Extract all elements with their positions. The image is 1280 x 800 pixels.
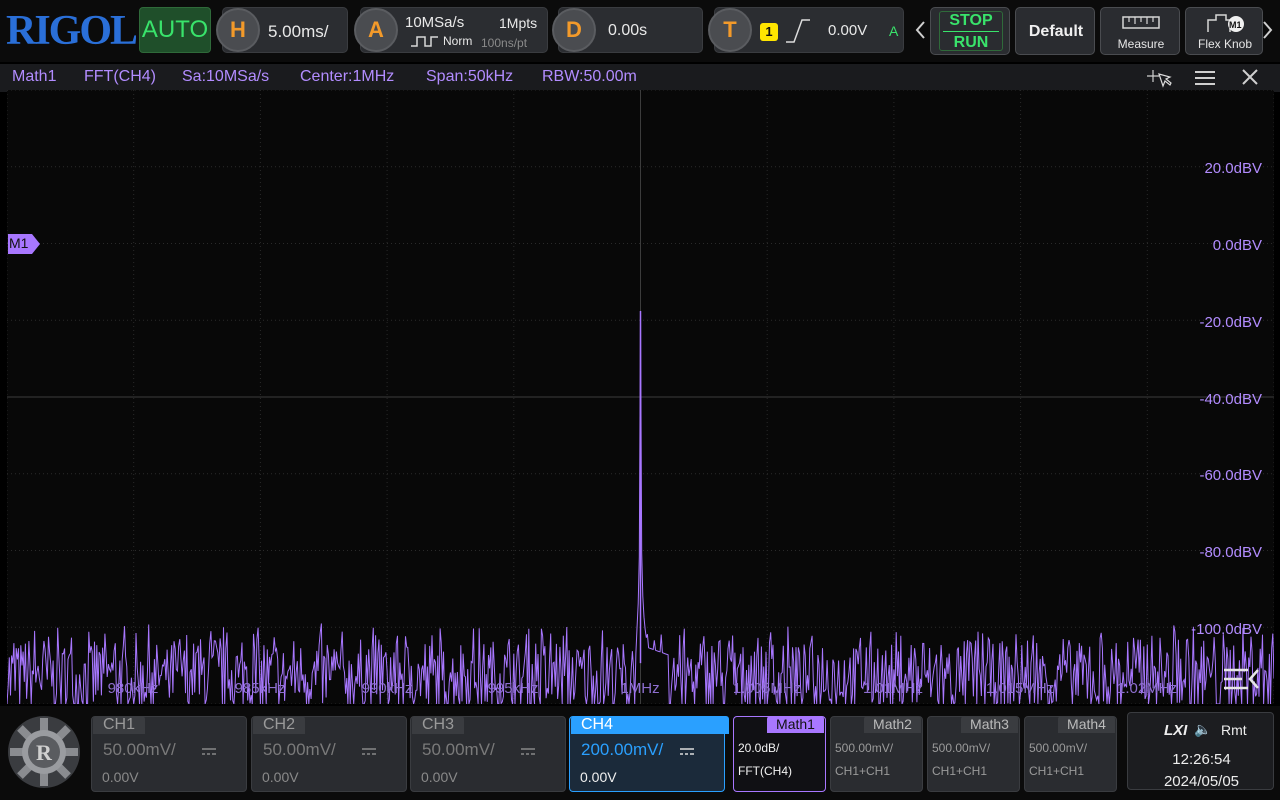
fft-span: Span:50kHz [426, 68, 514, 85]
trigger-badge[interactable]: T [708, 8, 752, 52]
channel-scale: 200.00mV/ [581, 740, 664, 759]
x-axis-label: 995kHz [487, 680, 539, 697]
default-label: Default [1028, 23, 1084, 40]
x-axis-label: 1.01MHz [862, 680, 924, 697]
remote-indicator: Rmt [1221, 722, 1247, 738]
acquire-badge[interactable]: A [354, 8, 398, 52]
math-name: Math1 [12, 68, 57, 85]
delay-badge[interactable]: D [552, 8, 596, 52]
measure-button[interactable]: Measure [1100, 7, 1180, 55]
measure-label: Measure [1117, 37, 1165, 51]
fft-rbw: RBW:50.00m [542, 68, 637, 85]
x-axis-label: 980kHz [107, 680, 159, 697]
auto-button[interactable]: AUTO [139, 7, 211, 53]
stop-label: STOP [949, 12, 993, 29]
top-toolbar: RIGOL AUTO H 5.00ms/ A 10MSa/s 1Mpts Nor… [0, 0, 1280, 62]
svg-text:RIGOL: RIGOL [6, 8, 136, 54]
ruler-icon [1122, 14, 1160, 35]
default-button[interactable]: Default [1015, 7, 1095, 55]
fft-center: Center:1MHz [300, 68, 395, 85]
x-axis-label: 1.005MHz [732, 680, 802, 697]
trigger-level: 0.00V [828, 22, 868, 39]
flex-knob-button[interactable]: M1 Flex Knob [1185, 7, 1263, 55]
channel-tab-label: CH3 [412, 716, 465, 734]
math-source: FFT(CH4) [738, 764, 792, 778]
math-scale: 500.00mV/ [835, 741, 894, 755]
math-sample-rate: Sa:10MSa/s [182, 68, 270, 85]
acquire-mode-icon [410, 34, 440, 53]
trigger-status: A [889, 23, 899, 39]
trigger-source-badge: 1 [760, 23, 778, 41]
dc-coupling-icon [679, 744, 695, 762]
fft-plot-area[interactable] [7, 90, 1274, 704]
channel-offset: 0.00V [102, 769, 139, 785]
math-source: CH1+CH1 [835, 764, 891, 778]
svg-text:R: R [36, 740, 53, 765]
channel-tab-label: CH4 [571, 716, 729, 734]
channel-tab-label: CH2 [253, 716, 306, 734]
y-axis-label: 0.0dBV [1212, 237, 1262, 254]
x-axis-label: 990kHz [361, 680, 413, 697]
dc-coupling-icon [201, 744, 217, 762]
stop-run-button[interactable]: STOP RUN [930, 7, 1010, 55]
rising-edge-icon [784, 18, 812, 49]
lxi-indicator: LXI [1164, 722, 1188, 739]
toolbar-scroll-left-icon[interactable] [914, 20, 926, 45]
channel-scale: 50.00mV/ [103, 740, 176, 759]
horizontal-scale-value: 5.00ms/ [268, 22, 329, 41]
m1-marker-label: M1 [9, 235, 29, 251]
flex-knob-badge: M1 [1229, 20, 1242, 30]
y-axis-label: -80.0dBV [1199, 544, 1262, 561]
channel-tab-label: CH1 [93, 716, 146, 734]
math-scale: 500.00mV/ [932, 741, 991, 755]
status-panel: LXI 🔈 Rmt 12:26:54 2024/05/05 [1127, 712, 1274, 790]
audio-icon[interactable]: 🔈 [1194, 721, 1211, 738]
menu-icon[interactable] [1194, 70, 1216, 91]
y-axis-label: -20.0dBV [1199, 314, 1262, 331]
run-label: RUN [953, 34, 989, 51]
math-source: CH1+CH1 [1029, 764, 1085, 778]
time-resolution: 100ns/pt [481, 36, 528, 50]
y-axis-label: -40.0dBV [1199, 391, 1262, 408]
channel-offset: 0.00V [580, 769, 617, 785]
channel-offset: 0.00V [421, 769, 458, 785]
dc-coupling-icon [520, 744, 536, 762]
x-axis-label: 985kHz [234, 680, 286, 697]
sample-rate: 10MSa/s [405, 14, 465, 31]
math-scale: 500.00mV/ [1029, 741, 1088, 755]
home-gear-icon[interactable]: R [4, 712, 84, 797]
math-tab-label: Math3 [961, 716, 1018, 733]
channel-scale: 50.00mV/ [422, 740, 495, 759]
collapse-menu-icon[interactable] [1222, 666, 1262, 699]
close-icon[interactable] [1241, 68, 1259, 91]
fft-chart [7, 90, 1274, 704]
clock-date: 2024/05/05 [1163, 773, 1240, 790]
memory-depth: 1Mpts [499, 15, 538, 31]
horizontal-badge[interactable]: H [216, 8, 260, 52]
delay-value: 0.00s [608, 22, 648, 39]
dc-coupling-icon [361, 744, 377, 762]
acquire-mode: Norm [443, 34, 473, 48]
x-axis-label: 1.015MHz [985, 680, 1055, 697]
flex-knob-label: Flex Knob [1197, 37, 1253, 51]
channel-offset: 0.00V [262, 769, 299, 785]
y-axis-label: 20.0dBV [1204, 160, 1262, 177]
x-axis-label: 1MHz [620, 680, 660, 697]
y-axis-label: -60.0dBV [1199, 467, 1262, 484]
math-source: FFT(CH4) [84, 68, 156, 85]
channel-scale: 50.00mV/ [263, 740, 336, 759]
math-scale: 20.0dB/ [738, 741, 780, 755]
math-tab-label: Math2 [864, 716, 921, 733]
x-axis-label: 1.02MHz [1116, 680, 1178, 697]
math-source: CH1+CH1 [932, 764, 988, 778]
math-tab-label: Math4 [1058, 716, 1115, 733]
y-axis-label: -100.0dBV [1191, 621, 1262, 638]
clock-time: 12:26:54 [1172, 751, 1231, 768]
math-tab-label: Math1 [767, 716, 824, 733]
rigol-logo[interactable]: RIGOL [4, 6, 139, 56]
toolbar-scroll-right-icon[interactable] [1262, 20, 1274, 45]
auto-label: AUTO [141, 16, 209, 43]
